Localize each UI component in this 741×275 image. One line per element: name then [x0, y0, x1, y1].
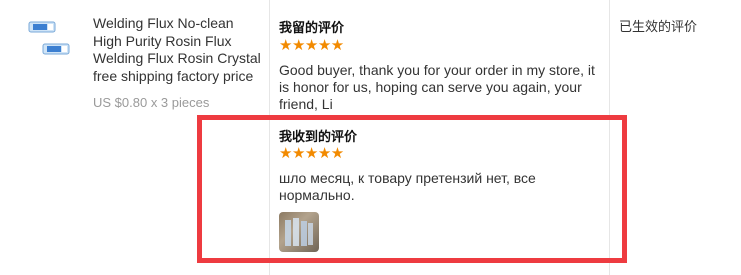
flux-tube-icon [42, 43, 70, 55]
left-feedback-stars: ★★★★★ [279, 37, 344, 54]
product-price: US $0.80 x 3 pieces [93, 95, 210, 110]
left-feedback-heading: 我留的评价 [279, 20, 345, 35]
flux-tube-icon [28, 21, 56, 33]
feedback-status: 已生效的评价 [619, 19, 698, 34]
product-title[interactable]: Welding Flux No-clean High Purity Rosin … [93, 15, 265, 85]
left-feedback-text: Good buyer, thank you for your order in … [279, 62, 595, 112]
product-thumbnail[interactable] [28, 18, 78, 66]
highlight-box [197, 115, 627, 263]
